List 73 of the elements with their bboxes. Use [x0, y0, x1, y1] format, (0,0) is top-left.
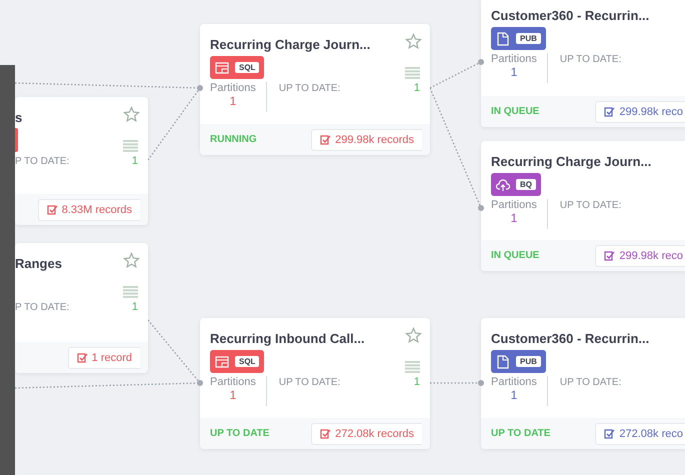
partitions-label: Partitions — [491, 53, 537, 65]
node-title: Customer360 - Recurrin... — [491, 8, 650, 23]
checkbox-icon — [76, 352, 88, 363]
node-title: Recurring Charge Journ... — [491, 154, 652, 169]
checkbox-icon — [604, 428, 616, 439]
port-dot — [478, 205, 484, 211]
records-count[interactable]: 299.98k reco — [595, 100, 685, 122]
partitions-value: 1 — [510, 211, 518, 225]
node-title: Recurring Charge Journ... — [210, 37, 370, 52]
source-type: PUB — [516, 33, 541, 44]
status-label: RUNNING — [210, 134, 257, 145]
cloud-upload-icon — [496, 178, 510, 192]
source-type: SQL — [235, 356, 260, 367]
window-chart-icon — [215, 354, 229, 368]
up-to-date-count: 1 — [414, 82, 420, 94]
up-to-date-label: UP TO DATE: — [278, 83, 342, 94]
node-card[interactable]: Ranges P TO DATE: 1 1 record — [15, 243, 148, 373]
node-card[interactable]: Customer360 - Recurrin... PUB Partitions 1 UP TO DATE: IN QUEUE 299.98k reco — [481, 0, 685, 127]
up-to-date-count: 1 — [132, 301, 138, 313]
up-to-date-label: UP TO DATE: — [560, 377, 622, 388]
up-to-date-label: P TO DATE: — [15, 156, 70, 167]
list-icon[interactable] — [123, 140, 138, 152]
partitions-label: Partitions — [491, 199, 537, 211]
status-label: UP TO DATE — [491, 428, 550, 439]
star-icon[interactable] — [123, 252, 140, 269]
port-dot — [197, 380, 203, 386]
status-label: UP TO DATE — [210, 428, 270, 439]
document-icon — [496, 32, 510, 46]
partitions-value: 1 — [230, 388, 236, 402]
node-title: Customer360 - Recurrin... — [491, 331, 650, 346]
checkbox-icon — [604, 106, 616, 117]
star-icon[interactable] — [405, 33, 422, 50]
node-card[interactable]: Recurring Inbound Call... SQL Partitions 1 UP TO DATE: 1 UP TO DATE 272.08k records — [200, 318, 430, 449]
source-type: BQ — [516, 179, 536, 190]
node-card[interactable]: Recurring Charge Journ... BQ Partitions 1 UP TO DATE: IN QUEUE 299.98k reco — [481, 141, 685, 271]
list-icon[interactable] — [405, 361, 420, 373]
node-card[interactable]: Recurring Charge Journ... SQL Partitions 1 UP TO DATE: 1 RUNNING 299.98k records — [200, 24, 430, 155]
up-to-date-label: UP TO DATE: — [560, 54, 622, 65]
node-title: Ranges — [15, 256, 62, 271]
node-title: s — [15, 110, 22, 125]
up-to-date-label: UP TO DATE: — [560, 200, 622, 211]
checkbox-icon — [320, 134, 332, 145]
source-type: PUB — [516, 356, 541, 367]
port-dot — [478, 380, 484, 386]
port-dot — [478, 59, 484, 65]
up-to-date-count: 1 — [414, 376, 420, 388]
up-to-date-label: P TO DATE: — [15, 302, 70, 313]
star-icon[interactable] — [123, 106, 140, 123]
port-dot — [197, 85, 203, 91]
up-to-date-label: UP TO DATE: — [278, 377, 342, 388]
partitions-label: Partitions — [491, 376, 537, 388]
checkbox-icon — [46, 204, 58, 215]
document-icon — [496, 354, 510, 368]
star-icon[interactable] — [405, 327, 422, 344]
node-title: Recurring Inbound Call... — [210, 331, 365, 346]
up-to-date-count: 1 — [132, 155, 138, 167]
records-count[interactable]: 272.08k reco — [595, 422, 685, 444]
status-label: IN QUEUE — [491, 250, 540, 261]
list-icon[interactable] — [405, 67, 420, 79]
source-type: SQL — [235, 62, 260, 73]
partitions-value: 1 — [510, 65, 518, 79]
checkbox-icon — [320, 428, 332, 439]
partitions-label: Partitions — [210, 376, 256, 388]
window-chart-icon — [215, 60, 229, 74]
node-card[interactable]: s P TO DATE: 1 8.33M records — [15, 97, 148, 225]
partitions-value: 1 — [510, 388, 518, 402]
partitions-value: 1 — [230, 94, 236, 108]
node-card[interactable]: Customer360 - Recurrin... PUB Partitions 1 UP TO DATE: UP TO DATE 272.08k reco — [481, 318, 685, 449]
partitions-label: Partitions — [210, 82, 256, 94]
status-label: IN QUEUE — [491, 106, 540, 117]
records-count[interactable]: 299.98k reco — [595, 244, 685, 266]
checkbox-icon — [604, 250, 616, 261]
list-icon[interactable] — [123, 286, 138, 298]
